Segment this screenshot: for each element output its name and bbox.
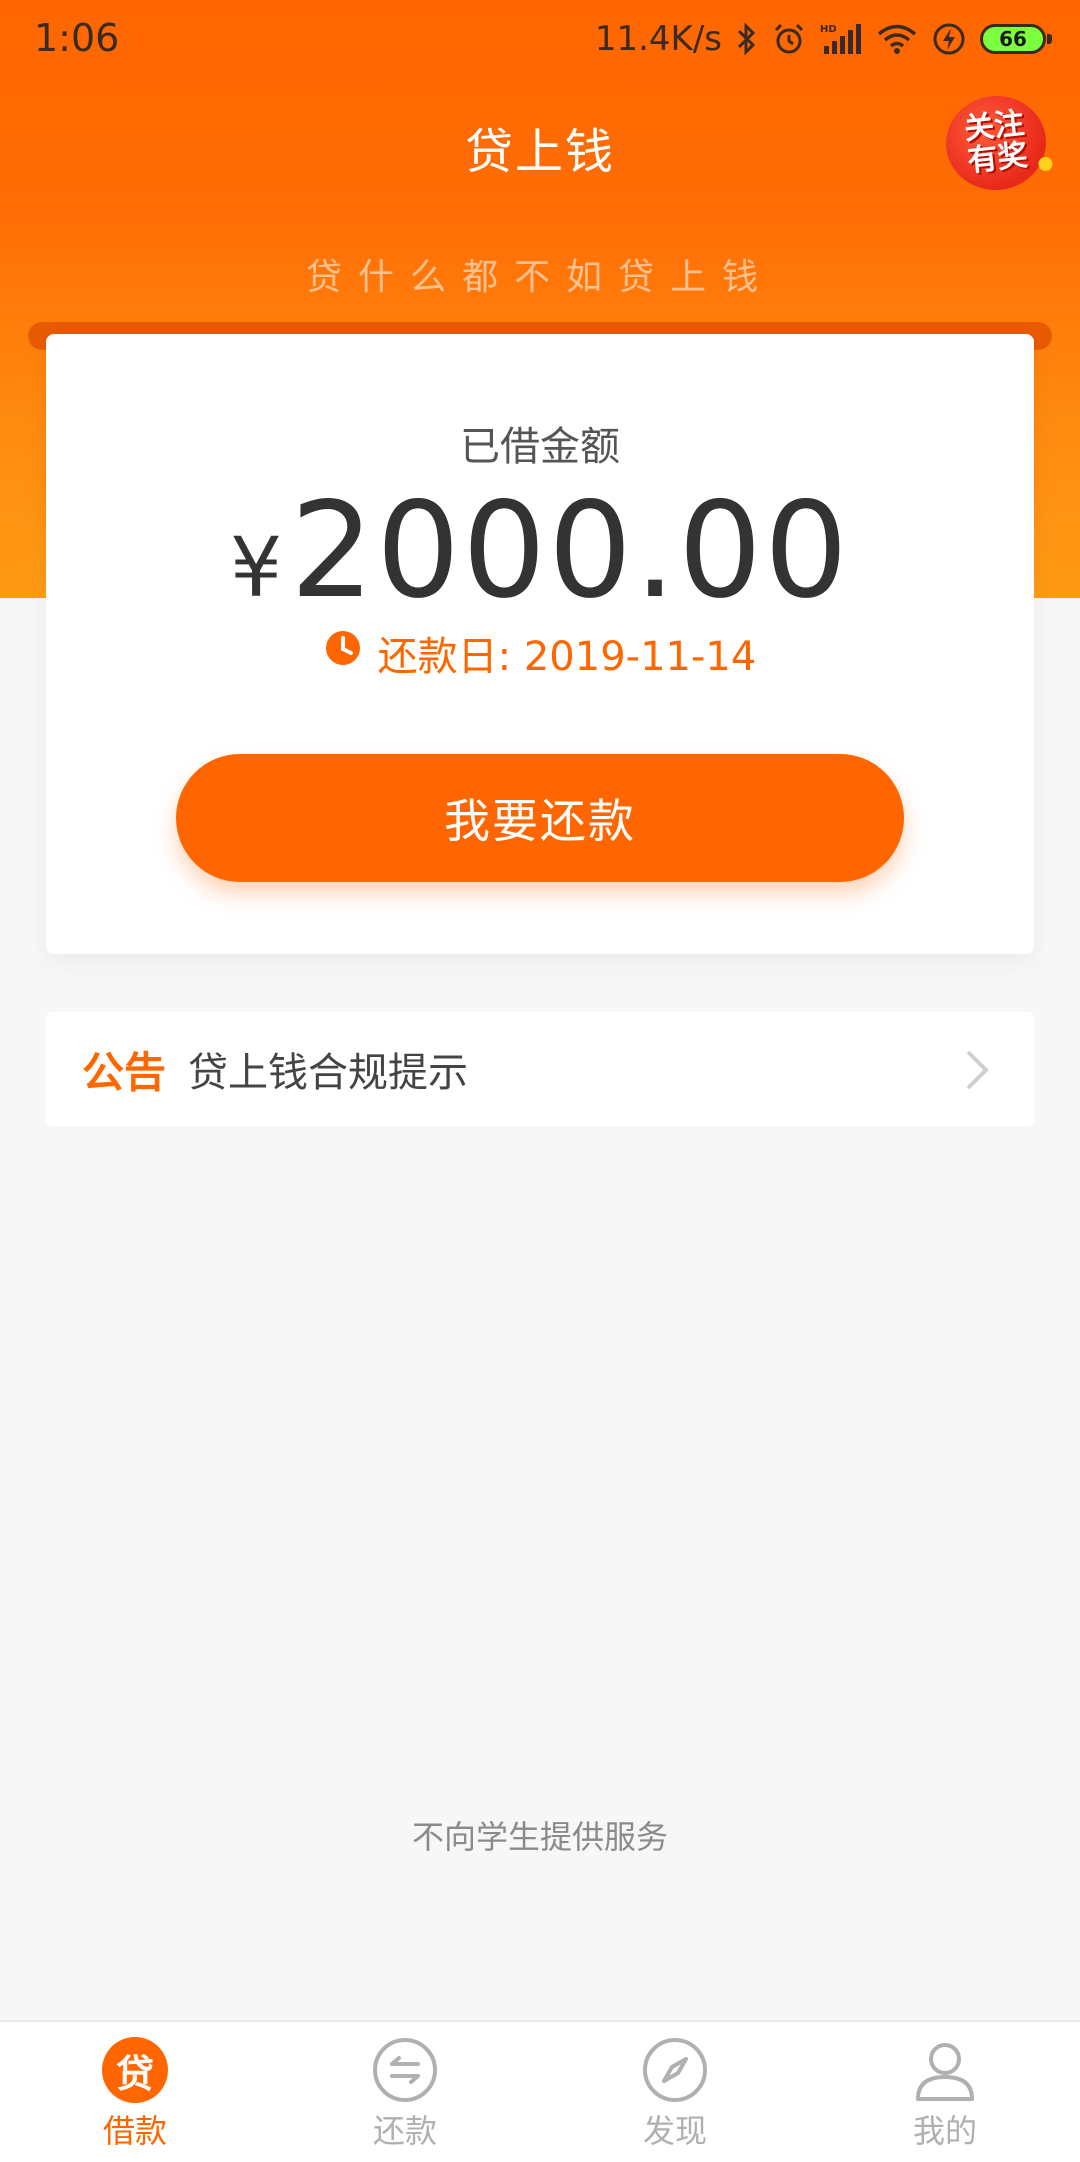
network-speed: 11.4K/s xyxy=(594,19,722,59)
chevron-right-icon xyxy=(964,1049,990,1095)
tab-discover[interactable]: 发现 xyxy=(540,2022,810,2162)
battery-level: 66 xyxy=(999,27,1027,51)
status-icons: 11.4K/s HD 66 xyxy=(594,14,1052,64)
notice-bar[interactable]: 公告 贷上钱合规提示 xyxy=(46,1012,1034,1126)
clock-icon xyxy=(324,629,362,677)
due-date-row: 还款日: 2019-11-14 xyxy=(46,624,1034,682)
alarm-icon xyxy=(772,22,806,56)
notice-text: 贷上钱合规提示 xyxy=(188,1050,469,1096)
bluetooth-icon xyxy=(736,22,758,56)
tab-loan-label: 借款 xyxy=(102,2112,167,2150)
loan-icon: 贷 xyxy=(101,2036,169,2104)
repay-exchange-icon xyxy=(371,2036,439,2104)
tab-mine-label: 我的 xyxy=(912,2112,977,2150)
bottom-tab-bar: 贷 借款 还款 发现 我的 xyxy=(0,2020,1080,2162)
battery-icon: 66 xyxy=(980,24,1052,54)
loan-card: 已借金额 ¥2000.00 还款日: 2019-11-14 我要还款 xyxy=(46,334,1034,954)
slogan: 贷什么都不如贷上钱 xyxy=(305,257,774,298)
currency-symbol: ¥ xyxy=(229,521,283,616)
wifi-icon xyxy=(876,23,918,55)
borrowed-amount-label: 已借金额 xyxy=(460,424,620,470)
charging-icon xyxy=(932,22,966,56)
page-title: 贷上钱 xyxy=(464,124,615,180)
hd-signal-icon: HD xyxy=(820,22,862,56)
notice-tag: 公告 xyxy=(82,1047,167,1097)
tab-repay[interactable]: 还款 xyxy=(270,2022,540,2162)
promo-badge-line2: 有奖 xyxy=(965,137,1030,179)
tab-mine[interactable]: 我的 xyxy=(810,2022,1080,2162)
status-bar: 1:06 11.4K/s HD 66 xyxy=(0,0,1080,80)
tab-repay-label: 还款 xyxy=(372,2112,437,2150)
svg-text:HD: HD xyxy=(820,24,837,35)
user-icon xyxy=(911,2036,979,2104)
borrowed-amount: ¥2000.00 xyxy=(46,474,1034,628)
compass-icon xyxy=(641,2036,709,2104)
footer-note: 不向学生提供服务 xyxy=(411,1818,668,1856)
amount-value: 2000.00 xyxy=(290,474,851,628)
repay-button[interactable]: 我要还款 xyxy=(176,754,904,882)
loan-icon-glyph: 贷 xyxy=(102,2037,168,2103)
tab-loan[interactable]: 贷 借款 xyxy=(0,2022,270,2162)
due-date-text: 还款日: 2019-11-14 xyxy=(377,634,757,680)
status-time: 1:06 xyxy=(34,16,120,60)
tab-discover-label: 发现 xyxy=(642,2112,707,2150)
